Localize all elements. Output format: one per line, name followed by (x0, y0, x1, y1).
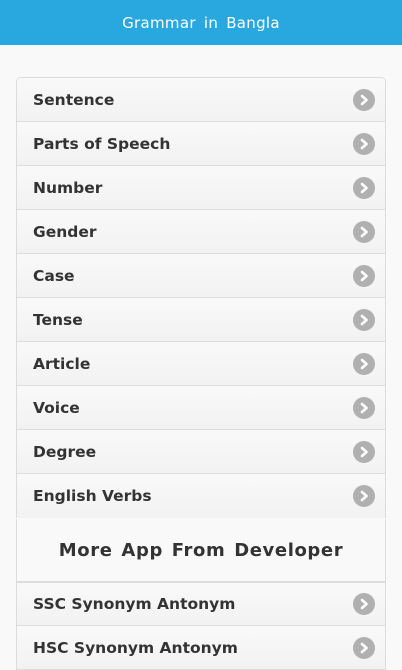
topic-item-label: English Verbs (33, 487, 152, 505)
topic-item-english-verbs[interactable]: English Verbs (17, 474, 385, 518)
app-title: Grammar in Bangla (122, 13, 280, 32)
chevron-right-circle-icon (353, 352, 375, 375)
more-apps-title: More App From Developer (58, 539, 344, 561)
more-apps-list: SSC Synonym Antonym HSC Synonym Antonym (16, 581, 386, 670)
topic-item-tense[interactable]: Tense (17, 298, 385, 342)
chevron-right-circle-icon (353, 264, 375, 287)
topic-item-label: Case (33, 266, 75, 285)
app-item-label: SSC Synonym Antonym (33, 595, 236, 613)
topic-item-label: Gender (33, 222, 97, 241)
chevron-right-circle-icon (353, 176, 375, 199)
app-item-hsc-synonym-antonym[interactable]: HSC Synonym Antonym (17, 626, 385, 670)
topic-item-label: Article (33, 354, 91, 373)
more-apps-heading: More App From Developer (16, 519, 386, 581)
app-header: Grammar in Bangla (0, 0, 402, 45)
app-item-ssc-synonym-antonym[interactable]: SSC Synonym Antonym (17, 582, 385, 626)
chevron-right-circle-icon (353, 132, 375, 155)
chevron-right-circle-icon (353, 636, 375, 659)
chevron-right-circle-icon (353, 485, 375, 507)
topic-item-label: Parts of Speech (33, 134, 171, 153)
topic-item-label: Tense (33, 310, 83, 329)
chevron-right-circle-icon (353, 440, 375, 463)
topic-item-label: Degree (33, 442, 97, 461)
chevron-right-circle-icon (353, 220, 375, 243)
topic-item-number[interactable]: Number (17, 166, 385, 210)
chevron-right-circle-icon (353, 396, 375, 419)
topic-item-label: Sentence (33, 90, 115, 109)
chevron-right-circle-icon (353, 88, 375, 111)
app-item-label: HSC Synonym Antonym (33, 638, 238, 657)
topic-item-label: Voice (33, 398, 80, 417)
topic-item-sentence[interactable]: Sentence (17, 78, 385, 122)
chevron-right-circle-icon (353, 593, 375, 615)
topic-item-voice[interactable]: Voice (17, 386, 385, 430)
topic-item-gender[interactable]: Gender (17, 210, 385, 254)
topic-list: Sentence Parts of Speech Number Gender C… (16, 77, 386, 518)
topic-item-article[interactable]: Article (17, 342, 385, 386)
topic-item-degree[interactable]: Degree (17, 430, 385, 474)
topic-item-case[interactable]: Case (17, 254, 385, 298)
topic-item-label: Number (33, 178, 103, 197)
topic-item-parts-of-speech[interactable]: Parts of Speech (17, 122, 385, 166)
chevron-right-circle-icon (353, 308, 375, 331)
